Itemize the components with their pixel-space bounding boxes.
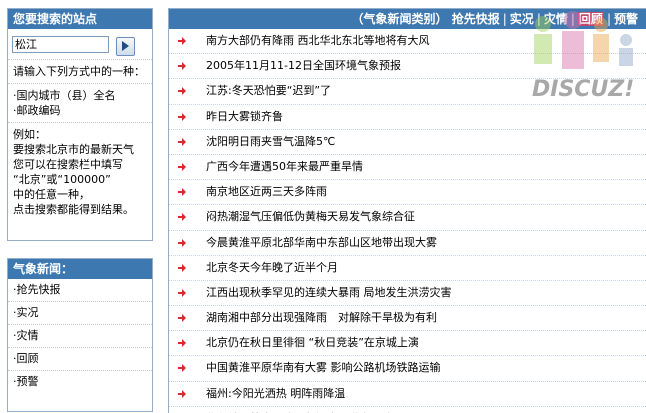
example-line: 要搜索北京市的最新天气 <box>13 143 134 156</box>
headline-link[interactable]: 江西出现秋季罕见的连续大暴雨 局地发生洪涝灾害 <box>206 281 452 305</box>
red-arrow-icon <box>178 87 186 96</box>
red-arrow-icon <box>178 137 186 146</box>
news-nav-item-live[interactable]: ·实况 <box>8 302 152 325</box>
red-arrow-icon <box>178 389 186 398</box>
red-arrow-icon <box>178 213 186 222</box>
red-arrow-icon <box>178 37 186 45</box>
headline-row[interactable]: 中国黄淮平原华南有大雾 影响公路机场铁路运输 <box>169 356 646 382</box>
headline-link[interactable]: 北京仍在秋日里徘徊 “秋日竞装”在京城上演 <box>206 331 419 355</box>
headline-row[interactable]: 福州:今阳光洒热 明阵雨降温 <box>169 382 646 407</box>
headline-row[interactable]: 江西出现秋季罕见的连续大暴雨 局地发生洪涝灾害 <box>169 281 646 307</box>
headline-link[interactable]: 福州:今阳光洒热 明阵雨降温 <box>206 382 345 406</box>
search-options: ·国内城市（县）全名 ·邮政编码 <box>8 84 152 123</box>
discuz-logo-icon: DISCUZ! <box>532 11 634 102</box>
headline-link[interactable]: 华北地区将大风降温长江中下游有强降雨 <box>206 407 404 413</box>
news-nav-item-review[interactable]: ·回顾 <box>8 348 152 371</box>
headline-link[interactable]: 2005年11月11-12日全国环境气象预报 <box>206 54 401 78</box>
headline-link[interactable]: 江苏:冬天恐怕要“迟到”了 <box>206 79 331 103</box>
red-arrow-icon <box>178 364 186 373</box>
example-line: 点击搜索都能得到结果。 <box>13 203 134 216</box>
headline-row[interactable]: 今晨黄淮平原北部华南中东部山区地带出现大雾 <box>169 231 646 256</box>
headline-link[interactable]: 南方大部仍有降雨 西北华北东北等地将有大风 <box>206 29 430 53</box>
tab-flash[interactable]: 抢先快报 <box>452 12 500 26</box>
search-option: ·国内城市（县）全名 <box>13 89 116 102</box>
headline-row[interactable]: 广西今年遭遇50年来最严重旱情 <box>169 155 646 181</box>
red-arrow-icon <box>178 339 186 348</box>
site-search-panel: 您要搜索的站点 请输入下列方式中的一种： ·国内城市（县）全名 ·邮政编码 例如… <box>7 8 153 241</box>
category-label: （气象新闻类别） <box>351 12 448 26</box>
headline-row[interactable]: 北京冬天今年晚了近半个月 <box>169 256 646 281</box>
example-line: 中的任意一种， <box>13 188 90 201</box>
headline-row[interactable]: 闷热潮湿气压偏低伪黄梅天易发气象综合征 <box>169 205 646 231</box>
red-arrow-icon <box>178 288 186 297</box>
headline-link[interactable]: 沈阳明日雨夹雪气温降5℃ <box>206 130 335 154</box>
headline-row[interactable]: 南京地区近两三天多阵雨 <box>169 180 646 206</box>
red-arrow-icon <box>178 238 186 247</box>
play-arrow-icon <box>122 41 129 51</box>
headline-link[interactable]: 中国黄淮平原华南有大雾 影响公路机场铁路运输 <box>206 356 441 380</box>
search-instruction: 请输入下列方式中的一种： <box>8 60 152 84</box>
headline-row[interactable]: 沈阳明日雨夹雪气温降5℃ <box>169 130 646 155</box>
headline-row[interactable]: 昨日大雾锁齐鲁 <box>169 105 646 130</box>
headline-row[interactable]: 湖南湘中部分出现强降雨 对解除干旱极为有利 <box>169 306 646 332</box>
red-arrow-icon <box>178 112 186 121</box>
headline-link[interactable]: 湖南湘中部分出现强降雨 对解除干旱极为有利 <box>206 306 437 330</box>
red-arrow-icon <box>178 62 186 71</box>
headline-link[interactable]: 北京冬天今年晚了近半个月 <box>206 256 338 280</box>
city-search-input[interactable] <box>12 36 109 53</box>
news-nav-item-disaster[interactable]: ·灾情 <box>8 325 152 348</box>
headline-link[interactable]: 闷热潮湿气压偏低伪黄梅天易发气象综合征 <box>206 205 415 229</box>
search-panel-title: 您要搜索的站点 <box>8 9 152 29</box>
example-line: 您可以在搜索栏中填写 <box>13 158 123 171</box>
search-example: 例如： 要搜索北京市的最新天气 您可以在搜索栏中填写 “北京”或“100000”… <box>8 123 152 221</box>
headline-row[interactable]: 北京仍在秋日里徘徊 “秋日竞装”在京城上演 <box>169 331 646 357</box>
example-line: “北京”或“100000” <box>13 173 111 186</box>
headline-link[interactable]: 昨日大雾锁齐鲁 <box>206 105 283 129</box>
red-arrow-icon <box>178 162 186 171</box>
news-nav-item-flash[interactable]: ·抢先快报 <box>8 279 152 302</box>
svg-text:DISCUZ!: DISCUZ! <box>532 77 634 102</box>
example-line: 例如： <box>13 128 46 141</box>
headline-link[interactable]: 广西今年遭遇50年来最严重旱情 <box>206 155 363 179</box>
red-arrow-icon <box>178 188 186 197</box>
headline-row[interactable]: 华北地区将大风降温长江中下游有强降雨 <box>169 407 646 413</box>
search-option: ·邮政编码 <box>13 104 61 117</box>
search-row <box>8 29 152 60</box>
red-arrow-icon <box>178 314 186 323</box>
discuz-watermark: DISCUZ! <box>528 10 646 105</box>
weather-news-nav: 气象新闻： ·抢先快报 ·实况 ·灾情 ·回顾 ·预警 <box>7 258 153 412</box>
news-nav-item-warning[interactable]: ·预警 <box>8 371 152 393</box>
headline-link[interactable]: 今晨黄淮平原北部华南中东部山区地带出现大雾 <box>206 231 437 255</box>
search-button[interactable] <box>116 37 135 56</box>
headline-link[interactable]: 南京地区近两三天多阵雨 <box>206 180 327 204</box>
news-nav-title: 气象新闻： <box>8 259 152 279</box>
red-arrow-icon <box>178 263 186 272</box>
